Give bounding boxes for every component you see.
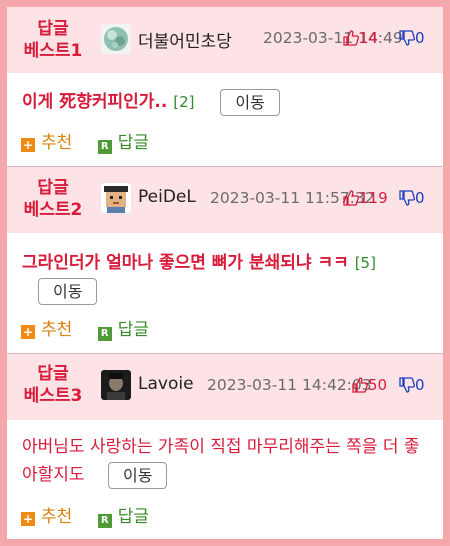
reply-label: 답글 — [117, 507, 149, 527]
green-crystal-icon — [101, 24, 131, 54]
nickname[interactable]: PeiDeL — [138, 187, 196, 207]
upvote-button[interactable]: 119 — [343, 189, 388, 207]
rank-top-text: 답글 — [37, 178, 69, 198]
recommend-label: 추천 — [41, 507, 73, 527]
move-button[interactable]: 이동 — [38, 277, 98, 305]
reply-actions: + 추천 R 답글 — [21, 319, 169, 341]
reply-title-text[interactable]: 이게 死향커피인가.. — [22, 92, 167, 112]
upvote-count: 14 — [359, 29, 379, 47]
reply-label: 답글 — [117, 320, 149, 340]
reply-button[interactable]: R 답글 — [97, 319, 149, 341]
recommend-button[interactable]: + 추천 — [21, 132, 72, 154]
reply-title[interactable]: 아버님도 사랑하는 가족이 직접 마무리해주는 쪽을 더 좋아할지도 이동 — [22, 433, 434, 489]
thumbs-down-icon — [399, 377, 416, 393]
rank-bottom-text: 베스트1 — [23, 41, 83, 61]
downvote-button[interactable]: 0 — [399, 376, 425, 394]
recommend-button[interactable]: + 추천 — [21, 319, 72, 341]
move-button[interactable]: 이동 — [107, 461, 168, 489]
upvote-button[interactable]: 14 — [343, 29, 378, 47]
avatar[interactable] — [101, 183, 131, 213]
rank-label: 답글 베스트3 — [7, 363, 99, 407]
thumbs-up-icon — [343, 190, 360, 206]
rank-top-text: 답글 — [37, 364, 69, 384]
thumbs-up-icon — [352, 377, 369, 393]
nickname[interactable]: 더불어민초당 — [138, 27, 232, 52]
reply-title-text[interactable]: 그라인더가 얼마나 좋으면 뼈가 분쇄되냐 ㅋㅋ — [22, 253, 349, 273]
rank-bottom-text: 베스트2 — [23, 200, 83, 220]
rank-top-text: 답글 — [37, 19, 69, 39]
plus-icon: + — [21, 138, 35, 152]
comment-count: [5] — [354, 254, 376, 272]
move-button[interactable]: 이동 — [220, 88, 280, 116]
downvote-button[interactable]: 0 — [399, 189, 425, 207]
reply-actions: + 추천 R 답글 — [21, 132, 169, 154]
thumbs-up-icon — [343, 30, 360, 46]
downvote-count: 0 — [415, 376, 425, 394]
rank-bottom-text: 베스트3 — [23, 386, 83, 406]
downvote-button[interactable]: 0 — [399, 29, 425, 47]
reply-title[interactable]: 그라인더가 얼마나 좋으면 뼈가 분쇄되냐 ㅋㅋ [5] 이동 — [22, 249, 434, 305]
r-badge-icon: R — [97, 514, 112, 528]
plus-icon: + — [21, 325, 35, 339]
downvote-count: 0 — [415, 29, 425, 47]
upvote-count: 50 — [368, 376, 388, 394]
comment-count: [2] — [173, 93, 195, 111]
thumbs-down-icon — [399, 190, 416, 206]
reply-actions: + 추천 R 답글 — [21, 506, 169, 528]
recommend-button[interactable]: + 추천 — [21, 506, 72, 528]
reply-button[interactable]: R 답글 — [97, 132, 149, 154]
nickname[interactable]: Lavoie — [138, 374, 194, 394]
avatar[interactable] — [101, 24, 131, 54]
post-date: 2023-03-11 14:49 — [263, 29, 403, 47]
upvote-button[interactable]: 50 — [352, 376, 387, 394]
best-replies-panel: 답글 베스트1 더불어민초당 2023-03-11 14:49 14 0 이게 … — [7, 7, 443, 539]
post-date: 2023-03-11 14:42:03 — [207, 376, 372, 394]
reply-title[interactable]: 이게 死향커피인가.. [2] 이동 — [22, 88, 434, 116]
avatar[interactable] — [101, 370, 131, 400]
rank-label: 답글 베스트2 — [7, 177, 99, 221]
rank-label: 답글 베스트1 — [7, 18, 99, 62]
reply-title-text[interactable]: 아버님도 사랑하는 가족이 직접 마무리해주는 쪽을 더 좋아할지도 — [22, 437, 420, 485]
reply-button[interactable]: R 답글 — [97, 506, 149, 528]
upvote-count: 119 — [359, 189, 388, 207]
r-badge-icon: R — [97, 327, 112, 341]
recommend-label: 추천 — [41, 320, 73, 340]
pixel-face-icon — [101, 183, 131, 213]
thumbs-down-icon — [399, 30, 416, 46]
plus-icon: + — [21, 512, 35, 526]
downvote-count: 0 — [415, 189, 425, 207]
dark-portrait-icon — [101, 370, 131, 400]
reply-label: 답글 — [117, 133, 149, 153]
r-badge-icon: R — [97, 140, 112, 154]
recommend-label: 추천 — [41, 133, 73, 153]
